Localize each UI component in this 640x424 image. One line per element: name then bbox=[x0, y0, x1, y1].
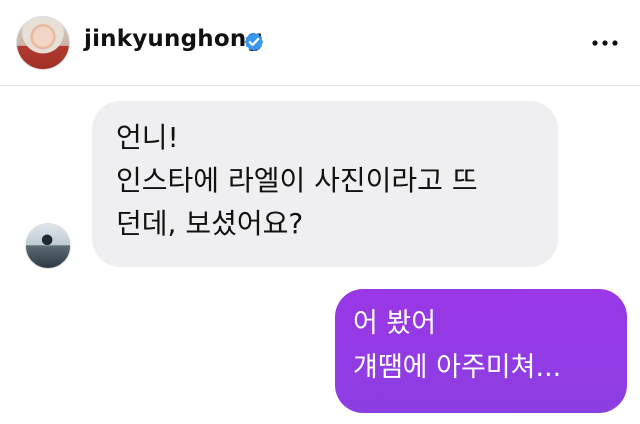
chat-header: jinkyunghong bbox=[0, 0, 640, 86]
outgoing-message-bubble[interactable]: 어 봤어 걔땜에 아주미쳐... bbox=[335, 289, 627, 413]
chat-username[interactable]: jinkyunghong bbox=[84, 26, 263, 52]
profile-avatar[interactable] bbox=[16, 16, 70, 70]
incoming-message-bubble[interactable]: 언니! 인스타에 라엘이 사진이라고 뜨 던데, 보셨어요? bbox=[92, 101, 558, 267]
verified-badge-icon bbox=[244, 32, 264, 52]
incoming-message-text: 언니! 인스타에 라엘이 사진이라고 뜨 던데, 보셨어요? bbox=[116, 121, 478, 240]
outgoing-message-text: 어 봤어 걔땜에 아주미쳐... bbox=[353, 308, 562, 383]
more-options-icon[interactable] bbox=[592, 40, 618, 46]
sender-avatar[interactable] bbox=[25, 223, 71, 269]
